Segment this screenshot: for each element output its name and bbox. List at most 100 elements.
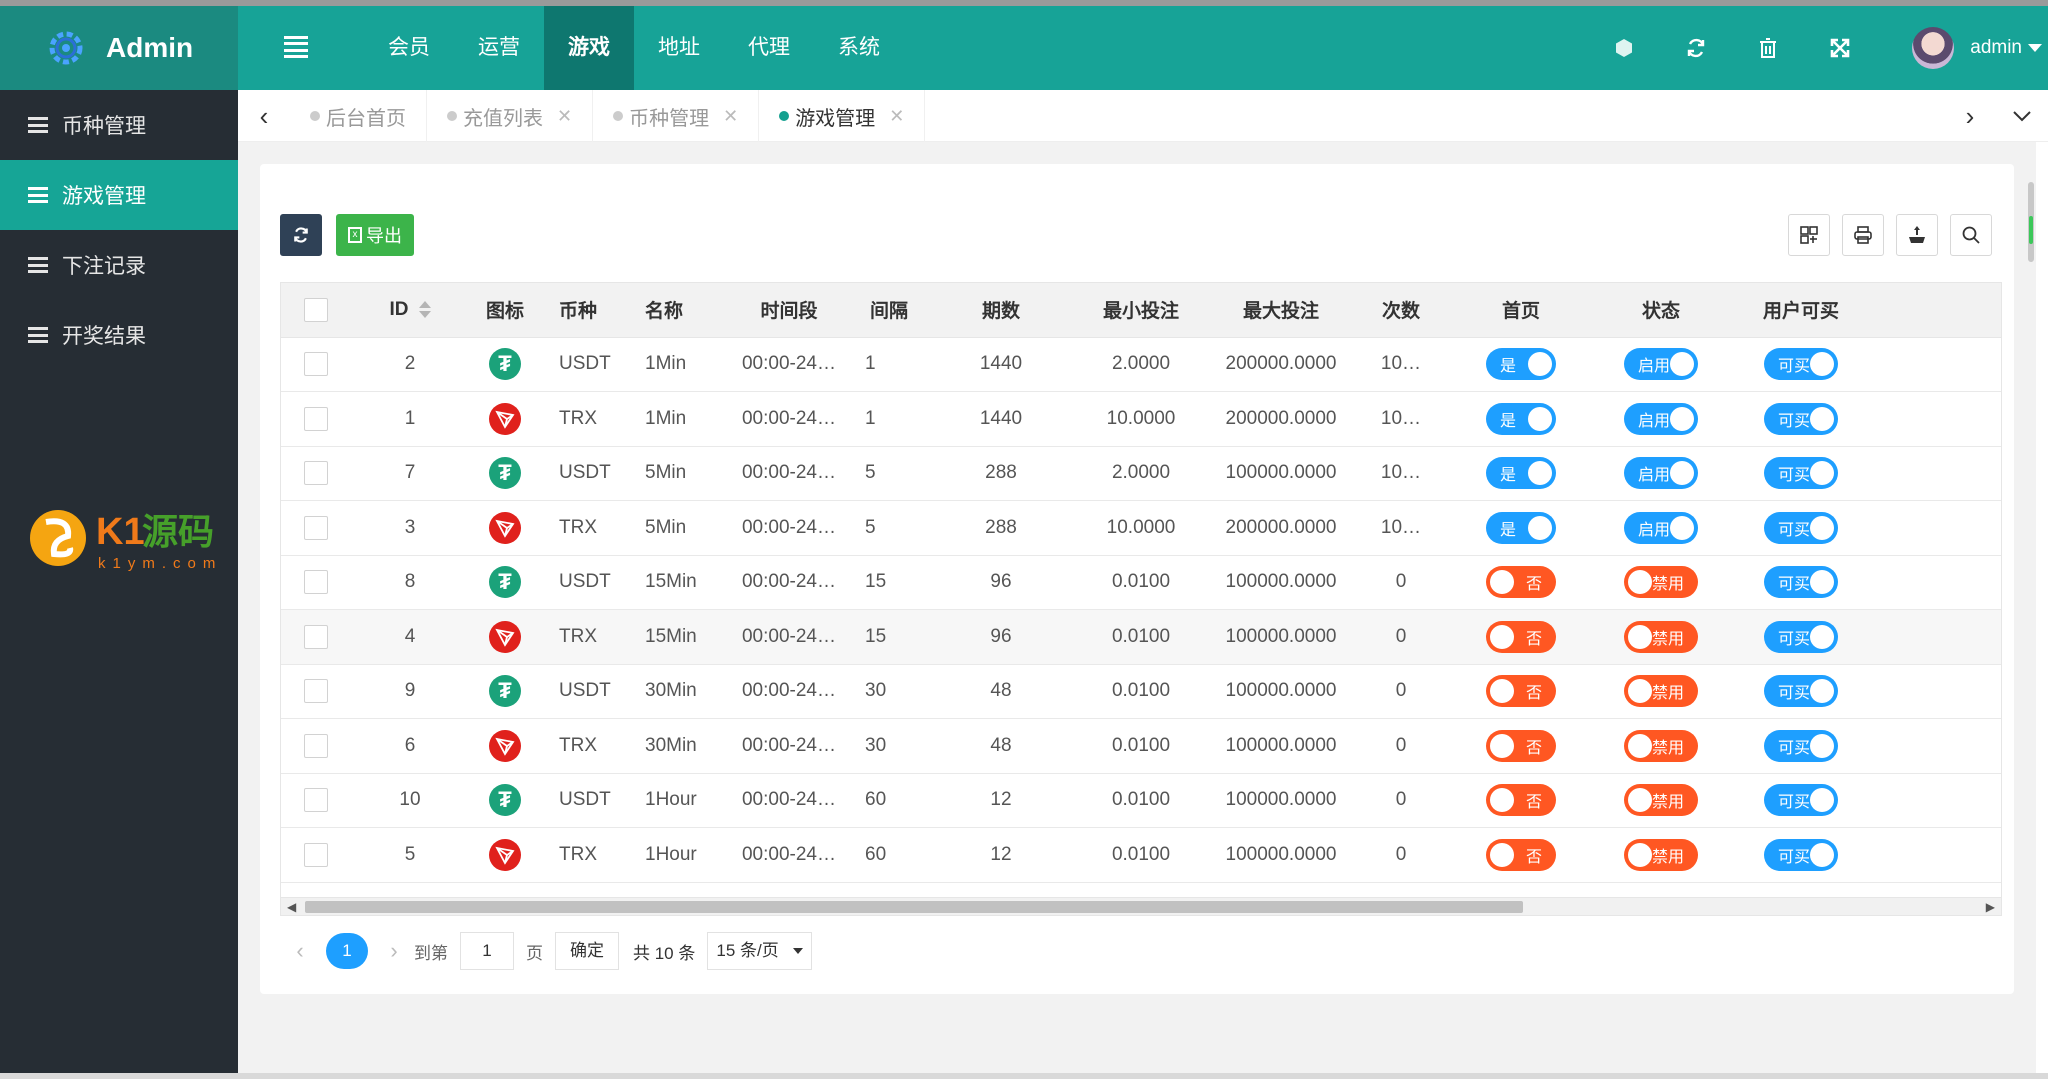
- tab-1[interactable]: 充值列表 ✕: [427, 90, 594, 142]
- table-row[interactable]: 5 TRX 1Hour 00:00-24… 60 12 0.0100 100000.0000 0…: [281, 827, 2001, 883]
- home-switch[interactable]: 否: [1486, 566, 1556, 599]
- status-switch[interactable]: 禁用: [1623, 675, 1698, 708]
- close-icon[interactable]: ✕: [889, 106, 904, 127]
- status-switch[interactable]: 禁用: [1623, 729, 1698, 762]
- export-button[interactable]: x 导出: [336, 214, 414, 256]
- close-icon[interactable]: ✕: [723, 106, 738, 127]
- table-row[interactable]: 6 TRX 30Min 00:00-24… 30 48 0.0100 100000.0000 0…: [281, 718, 2001, 774]
- buyable-switch[interactable]: 可买: [1763, 729, 1838, 762]
- row-checkbox[interactable]: [304, 842, 328, 867]
- theme-icon[interactable]: [1588, 6, 1660, 90]
- refresh-table-button[interactable]: [280, 214, 322, 256]
- goto-page-input[interactable]: 1: [460, 932, 514, 970]
- table-row[interactable]: 9 ₮ USDT 30Min 00:00-24… 30 48 0.0100 100000.000…: [281, 664, 2001, 719]
- row-checkbox[interactable]: [304, 352, 328, 377]
- print-button[interactable]: [1842, 214, 1884, 256]
- vertical-scrollbar[interactable]: [2026, 182, 2036, 262]
- table-row[interactable]: 8 ₮ USDT 15Min 00:00-24… 15 96 0.0100 100000.000…: [281, 555, 2001, 610]
- sidebar-item-2[interactable]: 下注记录: [0, 230, 238, 300]
- buyable-switch[interactable]: 可买: [1763, 675, 1838, 708]
- nav-item-2[interactable]: 游戏: [544, 6, 634, 90]
- row-checkbox[interactable]: [304, 788, 328, 813]
- table-row[interactable]: 1 TRX 1Min 00:00-24… 1 1440 10.0000 200000.0000…: [281, 391, 2001, 447]
- home-switch[interactable]: 否: [1486, 620, 1556, 653]
- scroll-left-icon[interactable]: ◀: [287, 900, 296, 914]
- buyable-switch[interactable]: 可买: [1763, 566, 1838, 599]
- buyable-switch[interactable]: 可买: [1763, 348, 1838, 381]
- row-checkbox[interactable]: [304, 515, 328, 540]
- row-checkbox[interactable]: [304, 461, 328, 486]
- buyable-switch[interactable]: 可买: [1763, 457, 1838, 490]
- home-switch[interactable]: 是: [1486, 402, 1556, 435]
- export-icon-button[interactable]: [1896, 214, 1938, 256]
- select-all-checkbox[interactable]: [304, 297, 328, 322]
- fullscreen-icon[interactable]: [1804, 6, 1876, 90]
- home-switch[interactable]: 否: [1486, 729, 1556, 762]
- status-switch[interactable]: 启用: [1623, 457, 1698, 490]
- sidebar-item-1[interactable]: 游戏管理: [0, 160, 238, 230]
- nav-item-5[interactable]: 系统: [814, 6, 904, 90]
- status-switch[interactable]: 启用: [1623, 348, 1698, 381]
- home-switch[interactable]: 是: [1486, 348, 1556, 381]
- table-row[interactable]: 2 ₮ USDT 1Min 00:00-24… 1 1440 2.0000 200000.000…: [281, 337, 2001, 392]
- buyable-switch[interactable]: 可买: [1763, 620, 1838, 653]
- close-icon[interactable]: ✕: [557, 106, 572, 127]
- status-switch[interactable]: 禁用: [1623, 620, 1698, 653]
- status-switch[interactable]: 禁用: [1623, 838, 1698, 871]
- nav-item-1[interactable]: 运营: [454, 6, 544, 90]
- logo[interactable]: Admin: [0, 6, 238, 90]
- home-switch[interactable]: 是: [1486, 511, 1556, 544]
- tab-scroll-right-icon[interactable]: ›: [1944, 90, 1996, 142]
- buyable-switch[interactable]: 可买: [1763, 784, 1838, 817]
- trash-icon[interactable]: [1732, 6, 1804, 90]
- goto-confirm-button[interactable]: 确定: [555, 932, 619, 970]
- tab-scroll-left-icon[interactable]: ‹: [238, 90, 290, 142]
- page-size-select[interactable]: 15 条/页: [707, 932, 812, 970]
- status-switch[interactable]: 禁用: [1623, 566, 1698, 599]
- next-page-icon[interactable]: ›: [374, 938, 414, 964]
- page-1-button[interactable]: 1: [326, 933, 368, 969]
- column-header-0[interactable]: ID: [351, 283, 469, 338]
- nav-item-3[interactable]: 地址: [634, 6, 724, 90]
- prev-page-icon[interactable]: ‹: [280, 938, 320, 964]
- table-row[interactable]: 3 TRX 5Min 00:00-24… 5 288 10.0000 200000.0000 1…: [281, 500, 2001, 556]
- buyable-switch[interactable]: 可买: [1763, 838, 1838, 871]
- sidebar-toggle-icon[interactable]: [284, 36, 308, 58]
- home-switch[interactable]: 否: [1486, 675, 1556, 708]
- tab-2[interactable]: 币种管理 ✕: [593, 90, 760, 142]
- status-switch[interactable]: 启用: [1623, 402, 1698, 435]
- row-checkbox[interactable]: [304, 624, 328, 649]
- table-row[interactable]: 10 ₮ USDT 1Hour 00:00-24… 60 12 0.0100 100000.00…: [281, 773, 2001, 828]
- tab-menu-chevron-down-icon[interactable]: [1996, 90, 2048, 142]
- columns-filter-button[interactable]: [1788, 214, 1830, 256]
- buyable-switch[interactable]: 可买: [1763, 402, 1838, 435]
- table-row[interactable]: 4 TRX 15Min 00:00-24… 15 96 0.0100 100000.0000 0…: [281, 609, 2001, 665]
- row-checkbox[interactable]: [304, 733, 328, 758]
- row-checkbox[interactable]: [304, 679, 328, 704]
- column-header-label: 图标: [485, 301, 524, 323]
- row-checkbox[interactable]: [304, 406, 328, 431]
- scroll-right-icon[interactable]: ▶: [1986, 900, 1995, 914]
- search-button[interactable]: [1950, 214, 1992, 256]
- refresh-icon[interactable]: [1660, 6, 1732, 90]
- scrollbar-thumb[interactable]: [305, 901, 1523, 913]
- buyable-switch[interactable]: 可买: [1763, 511, 1838, 544]
- nav-item-4[interactable]: 代理: [724, 6, 814, 90]
- horizontal-scrollbar[interactable]: ◀ ▶: [280, 898, 2002, 916]
- sidebar-item-0[interactable]: 币种管理: [0, 90, 238, 160]
- trx-icon: [489, 511, 521, 544]
- sidebar-item-3[interactable]: 开奖结果: [0, 300, 238, 370]
- home-switch[interactable]: 是: [1486, 457, 1556, 490]
- status-switch[interactable]: 禁用: [1623, 784, 1698, 817]
- tab-0[interactable]: 后台首页: [290, 90, 427, 142]
- tab-3[interactable]: 游戏管理 ✕: [759, 90, 926, 142]
- table-row[interactable]: 7 ₮ USDT 5Min 00:00-24… 5 288 2.0000 100000.0000…: [281, 446, 2001, 501]
- sort-icon[interactable]: [418, 301, 431, 319]
- nav-item-0[interactable]: 会员: [364, 6, 454, 90]
- home-switch[interactable]: 否: [1486, 784, 1556, 817]
- row-checkbox[interactable]: [304, 570, 328, 595]
- status-switch[interactable]: 启用: [1623, 511, 1698, 544]
- home-switch[interactable]: 否: [1486, 838, 1556, 871]
- status-cell: 启用: [1591, 391, 1731, 447]
- user-menu[interactable]: admin: [1912, 27, 2042, 69]
